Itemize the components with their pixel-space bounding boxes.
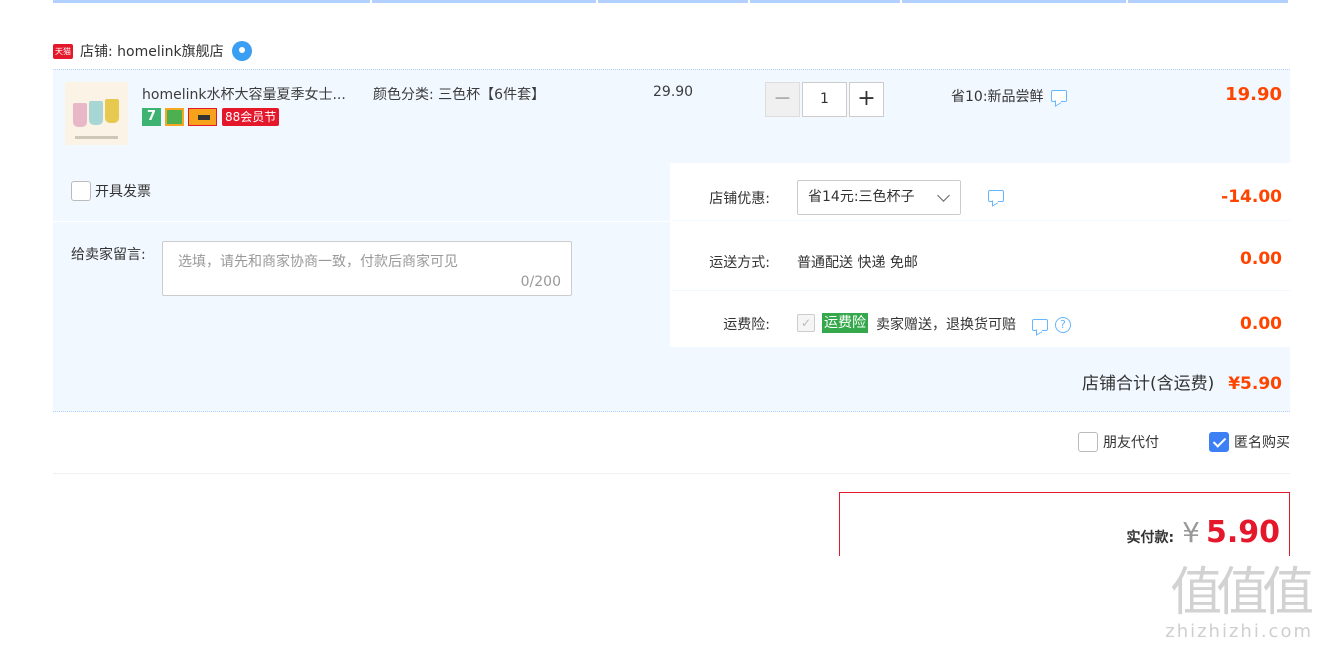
shop-discount-row: 店铺优惠: 省14元:三色杯子 -14.00 <box>672 163 1290 221</box>
page-footer-area: 值值值 zhizhizhi.com <box>0 556 1323 648</box>
anonymous-purchase-checkbox[interactable] <box>1209 432 1229 452</box>
seven-day-return-icon: 7 <box>142 108 161 126</box>
shop-total: 店铺合计(含运费) ¥5.90 <box>1082 369 1282 394</box>
friend-pay-option[interactable]: 朋友代付 <box>1078 432 1159 452</box>
item-promotion: 省10:新品尝鲜 <box>951 86 1067 106</box>
shop-total-label: 店铺合计(含运费) <box>1081 374 1215 394</box>
friend-pay-checkbox[interactable] <box>1078 432 1098 452</box>
seller-message-placeholder: 选填，请先和商家协商一致，付款后商家可见 <box>178 254 458 270</box>
invoice-checkbox[interactable] <box>71 181 91 201</box>
shop-name-link[interactable]: 店铺: homelink旗舰店 <box>80 41 224 61</box>
product-title-link[interactable]: homelink水杯大容量夏季女士... <box>142 84 346 104</box>
help-icon[interactable]: ? <box>1054 317 1071 333</box>
quantity-input[interactable]: 1 <box>802 82 847 117</box>
watermark-url: zhizhizhi.com <box>1165 621 1313 642</box>
header-column-divider <box>53 0 1290 4</box>
insurance-amount: 0.00 <box>1240 314 1282 334</box>
invoice-option[interactable]: 开具发票 <box>71 181 151 201</box>
credit-card-icon <box>188 108 217 126</box>
shipping-row: 运送方式: 普通配送 快递 免邮 0.00 <box>672 221 1290 291</box>
invoice-label: 开具发票 <box>95 184 151 200</box>
watermark-logo: 值值值 <box>1170 563 1314 623</box>
product-thumbnail[interactable] <box>65 82 128 145</box>
shop-discount-select[interactable]: 省14元:三色杯子 <box>797 180 961 215</box>
actual-payment-amount: 5.90 <box>1205 515 1280 550</box>
comment-icon[interactable] <box>1050 90 1067 102</box>
order-item-row: homelink水杯大容量夏季女士... 7 88会员节 颜色分类: 三色杯【6… <box>53 69 1290 163</box>
insurance-row: 运费险: ✓ 运费险 卖家赠送，退换货可赔 ? 0.00 <box>672 291 1290 347</box>
tmall-icon: 天猫 <box>53 43 73 59</box>
divider <box>53 221 670 222</box>
promotion-text: 省10:新品尝鲜 <box>951 89 1044 105</box>
actual-payment-label: 实付款: <box>1126 530 1175 546</box>
site-watermark: 值值值 zhizhizhi.com <box>1165 563 1314 642</box>
comment-icon[interactable] <box>1032 319 1049 331</box>
service-badges: 7 88会员节 <box>142 108 280 126</box>
product-sku: 颜色分类: 三色杯【6件套】 <box>373 87 546 103</box>
insurance-text: 卖家赠送，退换货可赔 <box>876 317 1016 333</box>
seller-message-input[interactable]: 选填，请先和商家协商一致，付款后商家可见 0/200 <box>162 241 572 296</box>
shipping-label: 运送方式: <box>709 255 770 271</box>
insurance-badge: 运费险 <box>822 313 868 333</box>
unit-price: 29.90 <box>653 84 694 100</box>
buyer-options-panel: 开具发票 给卖家留言: 选填，请先和商家协商一致，付款后商家可见 0/200 <box>53 163 670 347</box>
divider <box>53 473 1290 474</box>
order-fees-panel: 店铺优惠: 省14元:三色杯子 -14.00 运送方式: 普通配送 快递 免邮 … <box>672 163 1290 347</box>
friend-pay-label: 朋友代付 <box>1103 435 1159 451</box>
anonymous-purchase-option[interactable]: 匿名购买 <box>1209 432 1290 452</box>
currency-symbol: ¥ <box>1182 516 1200 549</box>
payment-summary-box: 实付款: ¥ 5.90 <box>839 492 1290 562</box>
insurance-text-wrap: 卖家赠送，退换货可赔 ? <box>876 314 1071 334</box>
actual-payment: 实付款: ¥ 5.90 <box>1127 515 1280 550</box>
insurance-checkbox: ✓ <box>797 314 815 332</box>
seller-message-label: 给卖家留言: <box>71 247 146 263</box>
shipping-method: 普通配送 快递 免邮 <box>797 255 918 271</box>
shop-total-row: 店铺合计(含运费) ¥5.90 <box>53 347 1290 412</box>
member-festival-badge: 88会员节 <box>222 108 280 126</box>
quantity-stepper: − 1 + <box>765 82 884 117</box>
chevron-down-icon <box>937 189 950 202</box>
gift-icon <box>165 108 184 126</box>
shop-total-amount: ¥5.90 <box>1228 374 1282 394</box>
shipping-amount: 0.00 <box>1240 249 1282 269</box>
item-subtotal: 19.90 <box>1225 84 1282 105</box>
quantity-decrease-button[interactable]: − <box>765 82 800 117</box>
shop-discount-amount: -14.00 <box>1221 187 1282 207</box>
shop-header: 天猫 店铺: homelink旗舰店 <box>53 40 252 62</box>
shop-discount-value: 省14元:三色杯子 <box>808 189 915 205</box>
chat-seller-icon[interactable] <box>231 41 252 61</box>
insurance-label: 运费险: <box>723 317 770 333</box>
message-char-count: 0/200 <box>520 274 561 290</box>
comment-icon[interactable] <box>988 190 1004 202</box>
quantity-increase-button[interactable]: + <box>849 82 884 117</box>
anonymous-purchase-label: 匿名购买 <box>1234 435 1290 451</box>
payment-options: 朋友代付 匿名购买 <box>1028 432 1290 452</box>
shop-discount-label: 店铺优惠: <box>709 191 770 207</box>
order-options: 开具发票 给卖家留言: 选填，请先和商家协商一致，付款后商家可见 0/200 店… <box>53 163 1290 347</box>
